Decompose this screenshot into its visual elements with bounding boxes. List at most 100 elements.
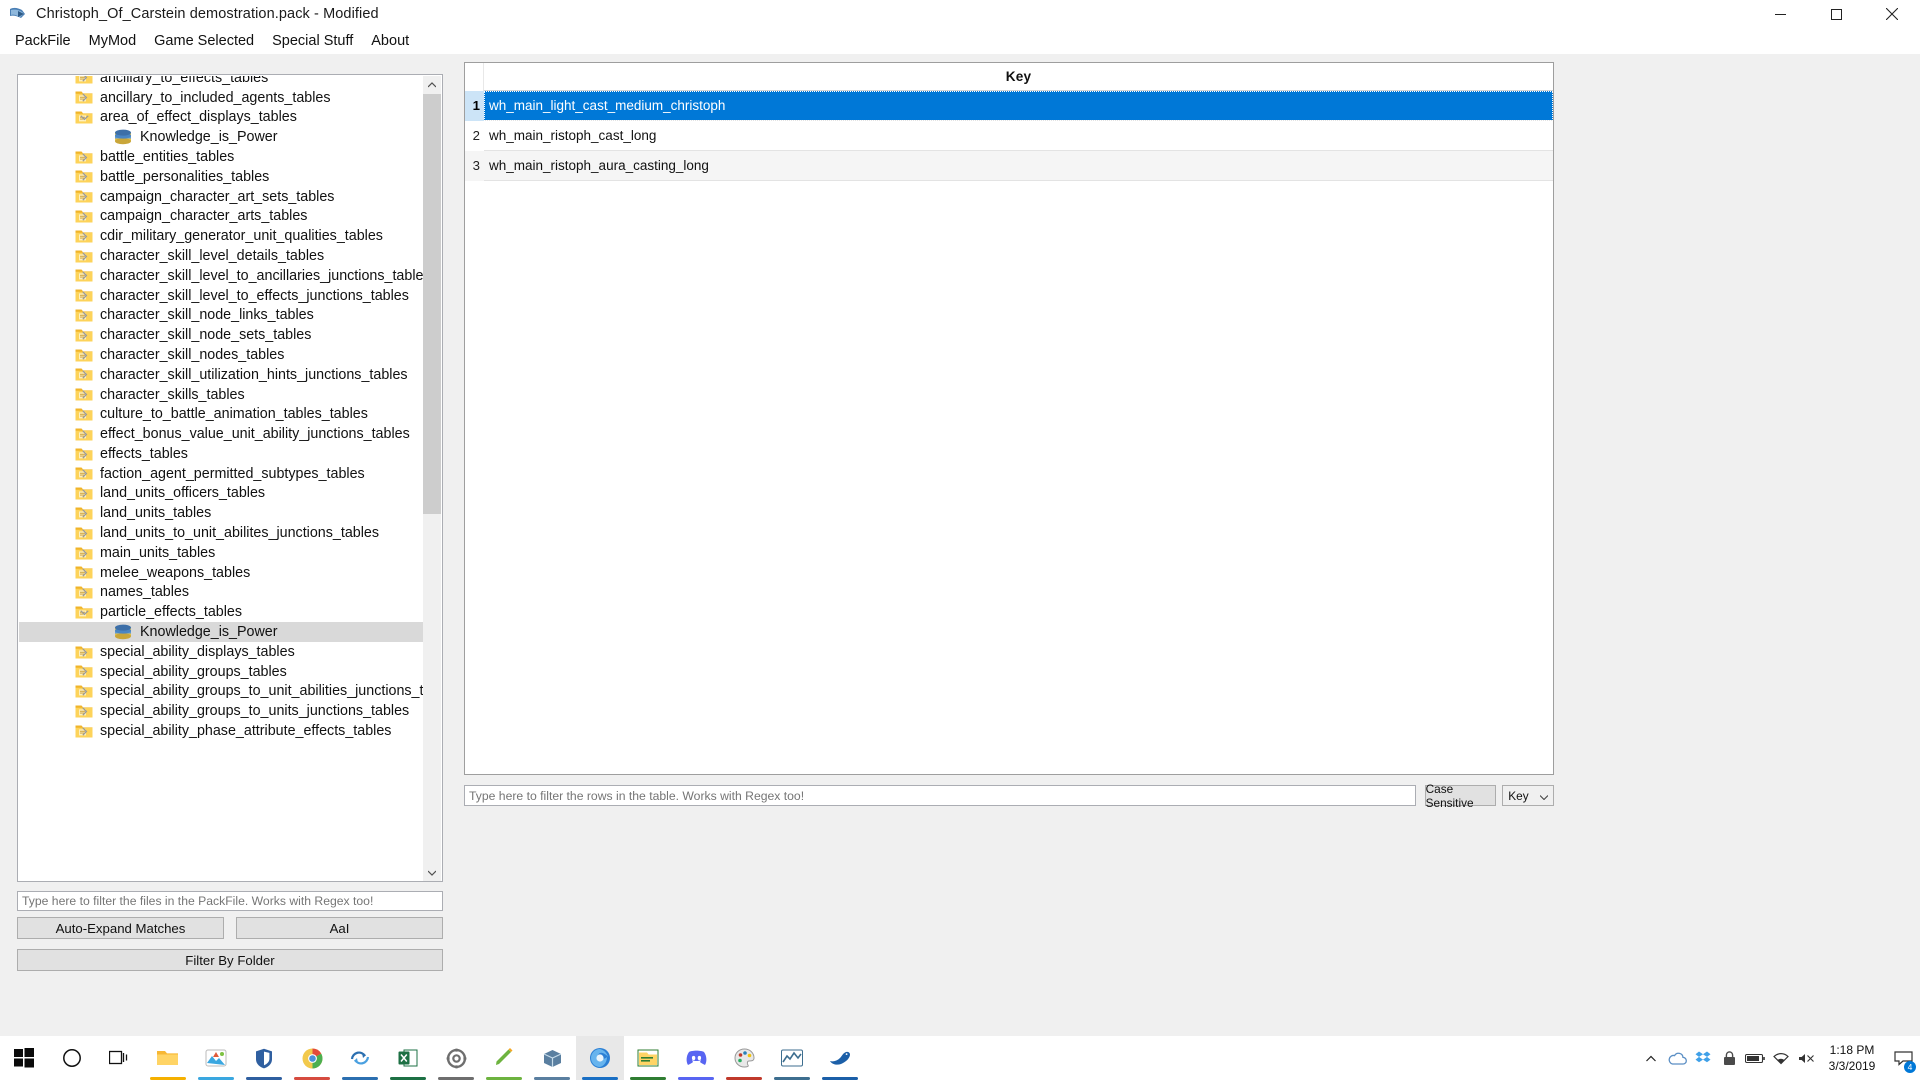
aai-button[interactable]: AaI [236, 917, 443, 939]
tree-folder-row[interactable]: ancillary_to_included_agents_tables [19, 88, 424, 108]
maximize-button[interactable] [1808, 0, 1864, 28]
table-cell-key[interactable]: wh_main_ristoph_cast_long [484, 121, 1553, 151]
auto-expand-matches-button[interactable]: Auto-Expand Matches [17, 917, 224, 939]
tree-folder-row[interactable]: area_of_effect_displays_tables [19, 108, 424, 128]
tree-folder-row[interactable]: special_ability_displays_tables [19, 642, 424, 662]
table-cell-key[interactable]: wh_main_ristoph_aura_casting_long [484, 151, 1553, 181]
tree-folder-row[interactable]: culture_to_battle_animation_tables_table… [19, 405, 424, 425]
chevron-right-icon[interactable] [77, 328, 91, 342]
chevron-down-icon[interactable] [77, 110, 91, 124]
sync-app-button[interactable] [336, 1036, 384, 1080]
chevron-right-icon[interactable] [77, 289, 91, 303]
tree-folder-row[interactable]: campaign_character_art_sets_tables [19, 187, 424, 207]
column-selector-dropdown[interactable]: Key [1502, 785, 1554, 806]
chevron-right-icon[interactable] [77, 368, 91, 382]
chevron-right-icon[interactable] [77, 704, 91, 718]
chevron-right-icon[interactable] [77, 685, 91, 699]
settings-button[interactable] [432, 1036, 480, 1080]
tree-folder-row[interactable]: ancillary_to_effects_tables [19, 76, 424, 88]
excel-button[interactable] [384, 1036, 432, 1080]
tree-scrollbar[interactable] [423, 76, 441, 882]
menu-packfile[interactable]: PackFile [6, 30, 80, 52]
dropbox-icon[interactable] [1690, 1036, 1716, 1080]
table-filter-input[interactable] [464, 785, 1416, 806]
tree-folder-row[interactable]: character_skill_node_links_tables [19, 306, 424, 326]
chevron-right-icon[interactable] [77, 269, 91, 283]
photos-app-button[interactable] [192, 1036, 240, 1080]
discord-button[interactable] [672, 1036, 720, 1080]
tree-folder-row[interactable]: main_units_tables [19, 543, 424, 563]
start-button[interactable] [0, 1036, 48, 1080]
menu-special-stuff[interactable]: Special Stuff [263, 30, 362, 52]
tree-folder-row[interactable]: melee_weapons_tables [19, 563, 424, 583]
chevron-right-icon[interactable] [77, 249, 91, 263]
google-chrome-button[interactable] [288, 1036, 336, 1080]
tree-folder-row[interactable]: faction_agent_permitted_subtypes_tables [19, 464, 424, 484]
tree-folder-row[interactable]: character_skill_utilization_hints_juncti… [19, 365, 424, 385]
chevron-right-icon[interactable] [77, 190, 91, 204]
tree-folder-row[interactable]: character_skills_tables [19, 385, 424, 405]
tree-folder-row[interactable]: character_skill_nodes_tables [19, 345, 424, 365]
tree-folder-row[interactable]: particle_effects_tables [19, 603, 424, 623]
tree-folder-row[interactable]: character_skill_level_to_ancillaries_jun… [19, 266, 424, 286]
chevron-right-icon[interactable] [77, 487, 91, 501]
task-view-button[interactable] [96, 1036, 144, 1080]
chevron-right-icon[interactable] [77, 546, 91, 560]
tree-folder-row[interactable]: character_skill_level_details_tables [19, 246, 424, 266]
chevron-right-icon[interactable] [77, 348, 91, 362]
tree-folder-row[interactable]: special_ability_phase_attribute_effects_… [19, 721, 424, 741]
bitwarden-button[interactable] [240, 1036, 288, 1080]
chevron-right-icon[interactable] [77, 229, 91, 243]
tree-folder-row[interactable]: land_units_tables [19, 504, 424, 524]
chevron-right-icon[interactable] [77, 308, 91, 322]
table-row[interactable]: 3wh_main_ristoph_aura_casting_long [465, 151, 1553, 181]
chevron-right-icon[interactable] [77, 586, 91, 600]
scroll-up-arrow[interactable] [423, 76, 441, 94]
rpfm-other-button[interactable] [528, 1036, 576, 1080]
bird-app-button[interactable] [816, 1036, 864, 1080]
key-table[interactable]: Key 1wh_main_light_cast_medium_christoph… [464, 62, 1554, 775]
tree-folder-row[interactable]: battle_personalities_tables [19, 167, 424, 187]
table-row[interactable]: 2wh_main_ristoph_cast_long [465, 121, 1553, 151]
chevron-right-icon[interactable] [77, 150, 91, 164]
tree-folder-row[interactable]: effect_bonus_value_unit_ability_junction… [19, 424, 424, 444]
tree-folder-row[interactable]: battle_entities_tables [19, 147, 424, 167]
tree-folder-row[interactable]: special_ability_groups_tables [19, 662, 424, 682]
battery-icon[interactable] [1742, 1036, 1768, 1080]
scroll-down-arrow[interactable] [423, 864, 441, 882]
chevron-right-icon[interactable] [77, 467, 91, 481]
cortana-search-button[interactable] [48, 1036, 96, 1080]
chevron-right-icon[interactable] [77, 427, 91, 441]
table-row[interactable]: 1wh_main_light_cast_medium_christoph [465, 91, 1553, 121]
chevron-right-icon[interactable] [77, 407, 91, 421]
close-button[interactable] [1864, 0, 1920, 28]
tree-folder-row[interactable]: land_units_officers_tables [19, 484, 424, 504]
tree-table-row[interactable]: Knowledge_is_Power [19, 127, 424, 147]
paint-app-button[interactable] [720, 1036, 768, 1080]
chevron-right-icon[interactable] [77, 506, 91, 520]
chevron-right-icon[interactable] [77, 76, 91, 85]
monitor-app-button[interactable] [768, 1036, 816, 1080]
chevron-right-icon[interactable] [77, 388, 91, 402]
chevron-right-icon[interactable] [77, 724, 91, 738]
tree-filter-input[interactable] [17, 891, 443, 911]
menu-about[interactable]: About [362, 30, 418, 52]
chevron-right-icon[interactable] [77, 91, 91, 105]
tree-folder-row[interactable]: character_skill_level_to_effects_junctio… [19, 286, 424, 306]
chevron-right-icon[interactable] [77, 447, 91, 461]
column-header-key[interactable]: Key [484, 69, 1553, 84]
tree-table-row[interactable]: Knowledge_is_Power [19, 622, 424, 642]
scroll-thumb[interactable] [423, 94, 441, 514]
tree-folder-row[interactable]: character_skill_node_sets_tables [19, 325, 424, 345]
tree-folder-row[interactable]: effects_tables [19, 444, 424, 464]
chevron-right-icon[interactable] [77, 645, 91, 659]
packfile-tree[interactable]: ancillary_to_effects_tablesancillary_to_… [17, 74, 443, 882]
chevron-right-icon[interactable] [77, 209, 91, 223]
tree-folder-row[interactable]: names_tables [19, 583, 424, 603]
chevron-right-icon[interactable] [77, 566, 91, 580]
chevron-right-icon[interactable] [77, 526, 91, 540]
taskbar-clock[interactable]: 1:18 PM 3/3/2019 [1820, 1036, 1884, 1080]
filter-by-folder-button[interactable]: Filter By Folder [17, 949, 443, 971]
security-icon[interactable] [1716, 1036, 1742, 1080]
tree-folder-row[interactable]: cdir_military_generator_unit_qualities_t… [19, 226, 424, 246]
